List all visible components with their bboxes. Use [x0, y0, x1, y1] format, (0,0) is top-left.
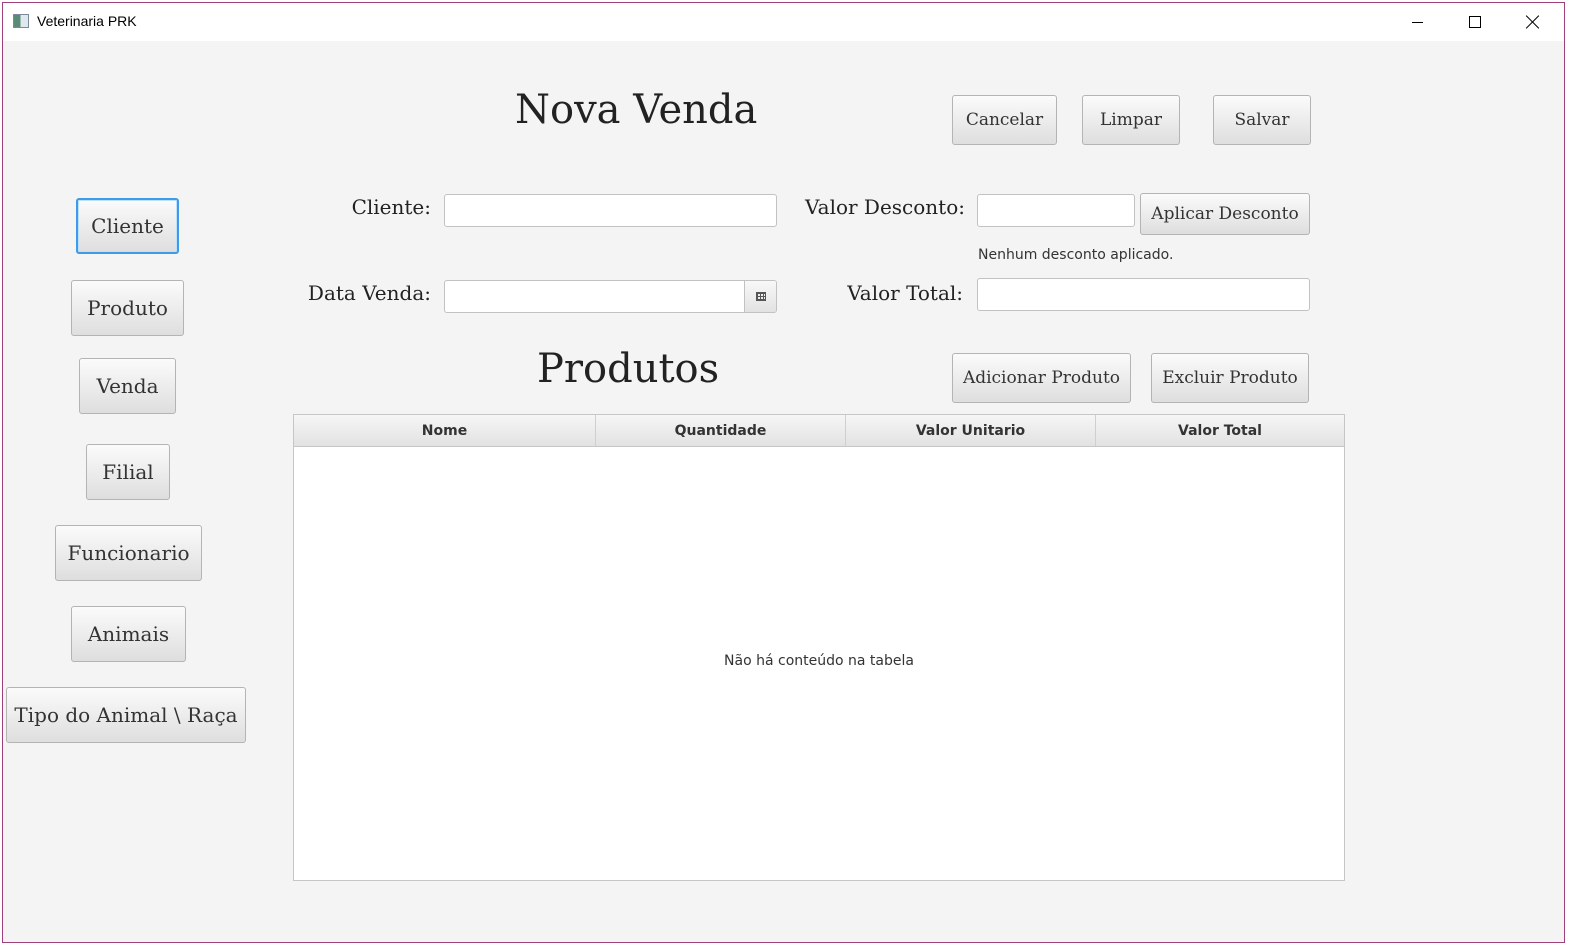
close-icon: [1526, 15, 1540, 29]
cliente-field[interactable]: [444, 194, 777, 227]
maximize-button[interactable]: [1446, 3, 1504, 41]
sidebar-item-animais[interactable]: Animais: [71, 606, 186, 662]
valor-total-label: Valor Total:: [847, 281, 963, 305]
app-window: Veterinaria PRK Cliente Produto Venda Fi…: [2, 2, 1565, 943]
sidebar-item-produto[interactable]: Produto: [71, 280, 184, 336]
remove-product-button[interactable]: Excluir Produto: [1151, 353, 1309, 403]
page-title: Nova Venda: [515, 87, 758, 133]
clear-button[interactable]: Limpar: [1082, 95, 1180, 145]
column-header-nome[interactable]: Nome: [294, 415, 596, 446]
data-venda-field[interactable]: [445, 281, 745, 312]
table-empty-message: Não há conteúdo na tabela: [724, 653, 914, 669]
cancel-button[interactable]: Cancelar: [952, 95, 1057, 145]
valor-desconto-field[interactable]: [977, 194, 1135, 227]
calendar-icon: [755, 292, 766, 301]
app-icon: [13, 14, 29, 28]
title-bar: Veterinaria PRK: [3, 3, 1564, 41]
sidebar-item-filial[interactable]: Filial: [86, 444, 170, 500]
maximize-icon: [1469, 16, 1481, 28]
products-table[interactable]: Nome Quantidade Valor Unitario Valor Tot…: [293, 414, 1345, 881]
data-venda-picker[interactable]: [444, 280, 777, 313]
add-product-button[interactable]: Adicionar Produto: [952, 353, 1131, 403]
table-header: Nome Quantidade Valor Unitario Valor Tot…: [294, 415, 1344, 447]
produtos-title: Produtos: [537, 346, 720, 392]
sidebar-item-tipo-animal-raca[interactable]: Tipo do Animal \ Raça: [6, 687, 246, 743]
sidebar-item-venda[interactable]: Venda: [79, 358, 176, 414]
cliente-label: Cliente:: [351, 195, 431, 219]
column-header-valor-unitario[interactable]: Valor Unitario: [846, 415, 1096, 446]
sidebar-item-cliente[interactable]: Cliente: [76, 198, 179, 254]
calendar-button[interactable]: [744, 281, 776, 312]
window-title: Veterinaria PRK: [37, 13, 137, 29]
desconto-status: Nenhum desconto aplicado.: [978, 247, 1174, 263]
minimize-button[interactable]: [1388, 3, 1446, 41]
column-header-valor-total[interactable]: Valor Total: [1096, 415, 1344, 446]
column-header-quantidade[interactable]: Quantidade: [596, 415, 846, 446]
aplicar-desconto-button[interactable]: Aplicar Desconto: [1140, 193, 1310, 235]
close-button[interactable]: [1504, 3, 1562, 41]
save-button[interactable]: Salvar: [1213, 95, 1311, 145]
valor-total-field[interactable]: [977, 278, 1310, 311]
data-venda-label: Data Venda:: [307, 281, 431, 305]
sidebar-item-funcionario[interactable]: Funcionario: [55, 525, 202, 581]
minimize-icon: [1411, 21, 1423, 23]
valor-desconto-label: Valor Desconto:: [805, 195, 965, 219]
